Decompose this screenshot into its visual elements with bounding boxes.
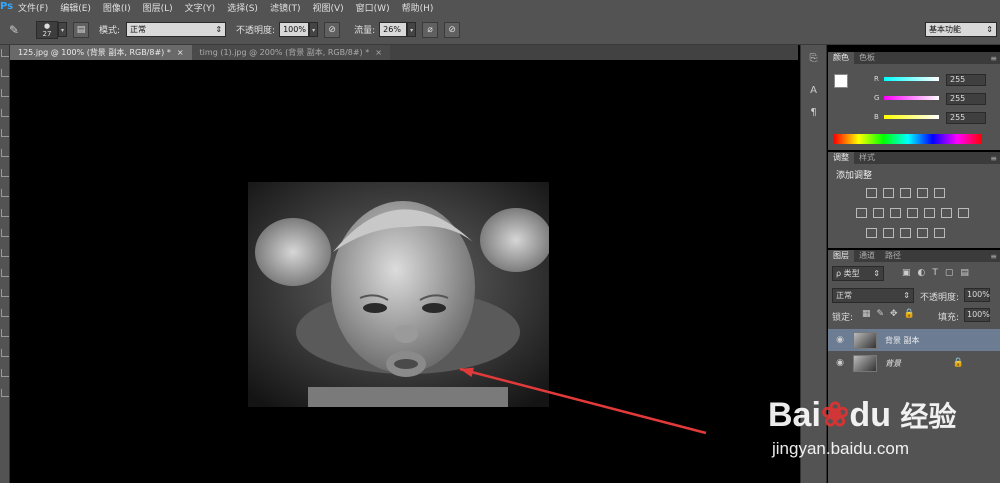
baidu-jingyan-watermark: Bai❀du 经验 jingyan.baidu.com (768, 395, 1000, 483)
tab-color[interactable]: 颜色 (828, 52, 854, 64)
channel-label: B (874, 113, 879, 121)
blue-slider[interactable]: B 255 (874, 112, 1000, 126)
foreground-color-swatch[interactable] (834, 74, 848, 88)
paw-icon: ❀ (820, 396, 850, 434)
channel-label: G (874, 94, 880, 102)
tab-channels[interactable]: 通道 (854, 250, 880, 262)
history-icon[interactable]: ⎘ (805, 53, 822, 67)
canvas-arrow (459, 367, 707, 435)
adjustments-panel: 调整 样式 ≡ 添加调整 (828, 152, 1000, 248)
layer-row-background[interactable]: ◉ 背景 🔒 (828, 352, 1000, 374)
fill-input[interactable]: 100% (964, 308, 990, 322)
layer-filter-icons[interactable]: ▣◐T▢▤ (902, 268, 976, 278)
brightness-contrast-icon[interactable] (866, 188, 877, 198)
color-balance-icon[interactable] (873, 208, 884, 218)
panel-menu-icon[interactable]: ≡ (990, 252, 997, 261)
grid-icon[interactable] (958, 208, 969, 218)
layer-thumbnail (853, 354, 877, 372)
layer-thumbnail (853, 331, 877, 349)
eye-icon[interactable]: ◉ (833, 335, 847, 345)
selective-color-icon[interactable] (934, 228, 945, 238)
tab-paths[interactable]: 路径 (880, 250, 906, 262)
tab-adjustments[interactable]: 调整 (828, 152, 854, 164)
tab-styles[interactable]: 样式 (854, 152, 880, 164)
gradient-map-icon[interactable] (917, 228, 928, 238)
color-panel: 颜色 色板 ≡ R 255 G 255 B 255 (828, 52, 1000, 150)
photo-filter-icon[interactable] (907, 208, 918, 218)
tab-swatches[interactable]: 色板 (854, 52, 880, 64)
canvas-arrow-head (460, 367, 474, 377)
adjustments-title: 添加调整 (836, 171, 873, 181)
eye-icon[interactable]: ◉ (833, 358, 847, 368)
hue-saturation-icon[interactable] (856, 208, 867, 218)
exposure-icon[interactable] (917, 188, 928, 198)
red-value-input[interactable]: 255 (946, 74, 986, 86)
green-slider[interactable]: G 255 (874, 93, 1000, 107)
layer-name: 背景 副本 (885, 335, 920, 345)
fill-label: 填充: (938, 313, 960, 323)
green-value-input[interactable]: 255 (946, 93, 986, 105)
layer-row-background-copy[interactable]: ◉ 背景 副本 (828, 329, 1000, 351)
invert-icon[interactable] (866, 228, 877, 238)
red-slider[interactable]: R 255 (874, 74, 1000, 88)
panel-menu-icon[interactable]: ≡ (990, 54, 997, 63)
watermark-product: 经验 (900, 401, 957, 432)
curves-icon[interactable] (900, 188, 911, 198)
lock-icons[interactable]: ▦✎✥🔒 (862, 309, 921, 319)
layer-opacity-label: 不透明度: (920, 293, 960, 303)
color-spectrum[interactable] (834, 134, 982, 144)
color-lookup-icon[interactable] (941, 208, 952, 218)
lock-label: 锁定: (832, 313, 854, 323)
black-white-icon[interactable] (890, 208, 901, 218)
layer-name: 背景 (885, 358, 901, 368)
watermark-brand-2: du (849, 396, 891, 434)
character-icon[interactable]: A (805, 85, 822, 99)
posterize-icon[interactable] (883, 228, 894, 238)
layer-filter-select[interactable]: ρ 类型 ⇕ (832, 266, 884, 281)
channel-label: R (874, 75, 879, 83)
vibrance-icon[interactable] (934, 188, 945, 198)
threshold-icon[interactable] (900, 228, 911, 238)
layer-opacity-input[interactable]: 100% (964, 288, 990, 302)
watermark-brand: Bai (768, 396, 821, 434)
watermark-url: jingyan.baidu.com (772, 439, 910, 458)
channel-mixer-icon[interactable] (924, 208, 935, 218)
panel-menu-icon[interactable]: ≡ (990, 154, 997, 163)
blend-mode-select[interactable]: 正常 ⇕ (832, 288, 914, 303)
lock-icon: 🔒 (952, 358, 964, 368)
levels-icon[interactable] (883, 188, 894, 198)
paragraph-icon[interactable]: ¶ (805, 107, 822, 121)
tab-layers[interactable]: 图层 (828, 250, 854, 262)
blue-value-input[interactable]: 255 (946, 112, 986, 124)
